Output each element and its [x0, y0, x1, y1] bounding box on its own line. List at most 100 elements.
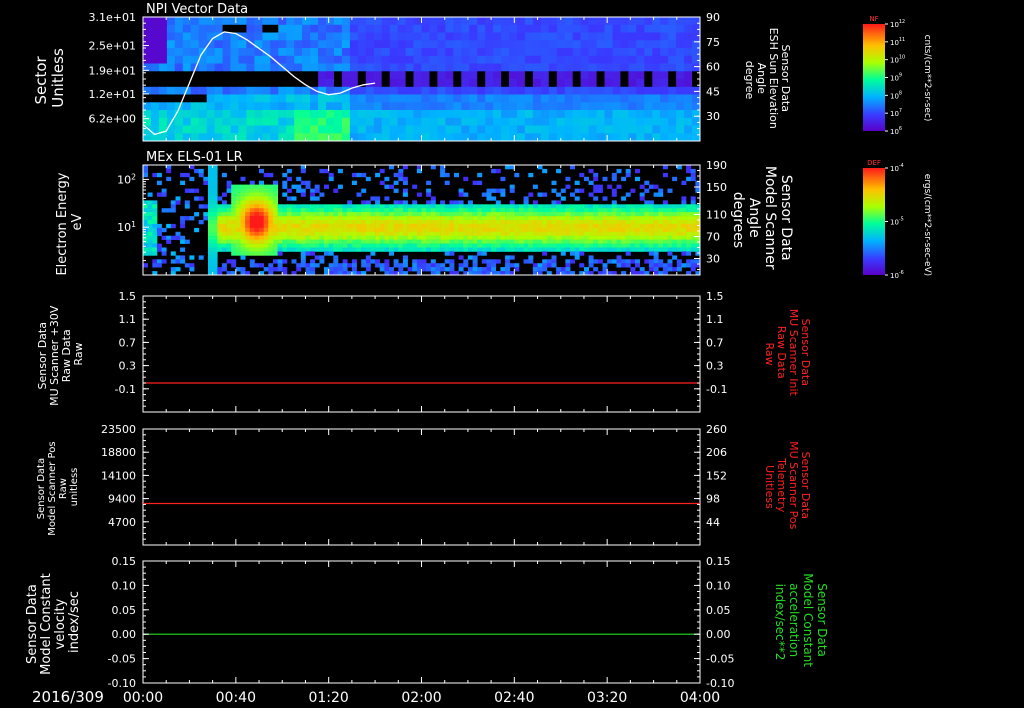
heatmap-cell — [692, 94, 700, 103]
heatmap-cell — [662, 212, 668, 217]
heatmap-cell — [532, 239, 538, 244]
heatmap-cell — [175, 231, 181, 237]
heatmap-cell — [676, 235, 682, 240]
heatmap-cell — [314, 208, 320, 213]
heatmap-cell — [540, 102, 550, 111]
heatmap-cell — [449, 239, 455, 244]
heatmap-cell — [206, 125, 216, 134]
heatmap-cell — [421, 94, 431, 103]
heatmap-cell — [158, 110, 168, 119]
heatmap-cell — [249, 196, 255, 201]
heatmap-cell — [588, 263, 594, 268]
heatmap-cell — [254, 220, 260, 225]
heatmap-cell — [277, 208, 283, 213]
heatmap-cell — [294, 17, 303, 26]
heatmap-cell — [542, 168, 548, 174]
heatmap-cell — [621, 259, 627, 264]
heatmap-cell — [347, 235, 353, 240]
heatmap-cell — [528, 231, 534, 237]
heatmap-cell — [444, 227, 450, 233]
heatmap-cell — [540, 17, 550, 26]
heatmap-cell — [231, 247, 237, 252]
heatmap-cell — [235, 184, 241, 189]
heatmap-cell — [231, 243, 237, 248]
heatmap-cell — [630, 216, 636, 221]
heatmap-cell — [182, 125, 192, 134]
y2-tick-label: 75 — [706, 36, 720, 49]
heatmap-cell — [174, 133, 184, 141]
heatmap-cell — [310, 117, 319, 127]
heatmap-cell — [524, 125, 534, 134]
heatmap-cell — [551, 263, 557, 268]
heatmap-cell — [485, 63, 494, 72]
heatmap-cell — [652, 94, 661, 103]
heatmap-cell — [644, 231, 650, 237]
heatmap-cell — [379, 180, 385, 185]
heatmap-cell — [580, 17, 590, 26]
heatmap-cell — [472, 255, 478, 260]
heatmap-cell — [397, 94, 407, 103]
heatmap-cell — [373, 94, 383, 103]
heatmap-cell — [532, 24, 542, 34]
heatmap-cell — [273, 223, 278, 229]
heatmap-cell — [668, 117, 677, 127]
heatmap-cell — [584, 243, 589, 248]
heatmap-cell — [263, 184, 269, 189]
heatmap-cell — [226, 184, 232, 189]
heatmap-cell — [333, 216, 339, 221]
heatmap-cell — [230, 79, 240, 88]
heatmap-cell — [532, 208, 538, 213]
heatmap-cell — [294, 125, 303, 134]
x-tick-label: 04:00 — [680, 690, 720, 706]
heatmap-cell — [684, 63, 693, 72]
heatmap-cell — [588, 180, 594, 185]
heatmap-cell — [565, 247, 571, 252]
heatmap-cell — [469, 63, 478, 72]
heatmap-cell — [692, 48, 700, 57]
heatmap-cell — [182, 63, 192, 72]
heatmap-cell — [667, 188, 673, 193]
heatmap-cell — [324, 216, 329, 221]
heatmap-cell — [653, 204, 659, 209]
heatmap-cell — [342, 263, 348, 268]
heatmap-cell — [226, 204, 232, 209]
heatmap-cell — [639, 196, 645, 201]
heatmap-cell — [523, 220, 529, 225]
heatmap-cell — [572, 94, 582, 103]
heatmap-cell — [389, 208, 394, 213]
heatmap-cell — [245, 204, 251, 209]
heatmap-cell — [644, 48, 653, 57]
heatmap-cell — [170, 223, 176, 229]
heatmap-cell — [636, 117, 645, 127]
heatmap-cell — [493, 79, 502, 88]
heatmap-cell — [245, 192, 251, 197]
heatmap-cell — [389, 125, 399, 134]
heatmap-cell — [621, 176, 627, 182]
heatmap-cell — [245, 220, 251, 225]
heatmap-cell — [556, 110, 566, 119]
heatmap-cell — [579, 220, 585, 225]
heatmap-cell — [611, 200, 617, 205]
heatmap-cell — [653, 259, 659, 264]
heatmap-cell — [676, 216, 682, 221]
heatmap-cell — [319, 208, 325, 213]
heatmap-cell — [235, 243, 241, 248]
heatmap-cell — [532, 267, 538, 272]
heatmap-cell — [652, 125, 661, 134]
heatmap-cell — [393, 204, 399, 209]
heatmap-cell — [361, 216, 367, 221]
heatmap-cell — [690, 172, 696, 178]
y2-tick-label: 0.15 — [706, 555, 731, 568]
heatmap-cell — [268, 267, 274, 272]
heatmap-cell — [620, 94, 629, 103]
heatmap-cell — [486, 196, 492, 201]
heatmap-cell — [596, 94, 606, 103]
heatmap-cell — [212, 243, 218, 248]
heatmap-cell — [495, 227, 501, 233]
y2-tick-label: 0.10 — [706, 579, 731, 592]
heatmap-cell — [597, 188, 603, 193]
heatmap-cell — [405, 79, 415, 88]
heatmap-cell — [501, 24, 510, 34]
heatmap-cell — [588, 227, 594, 233]
heatmap-cell — [579, 216, 585, 221]
